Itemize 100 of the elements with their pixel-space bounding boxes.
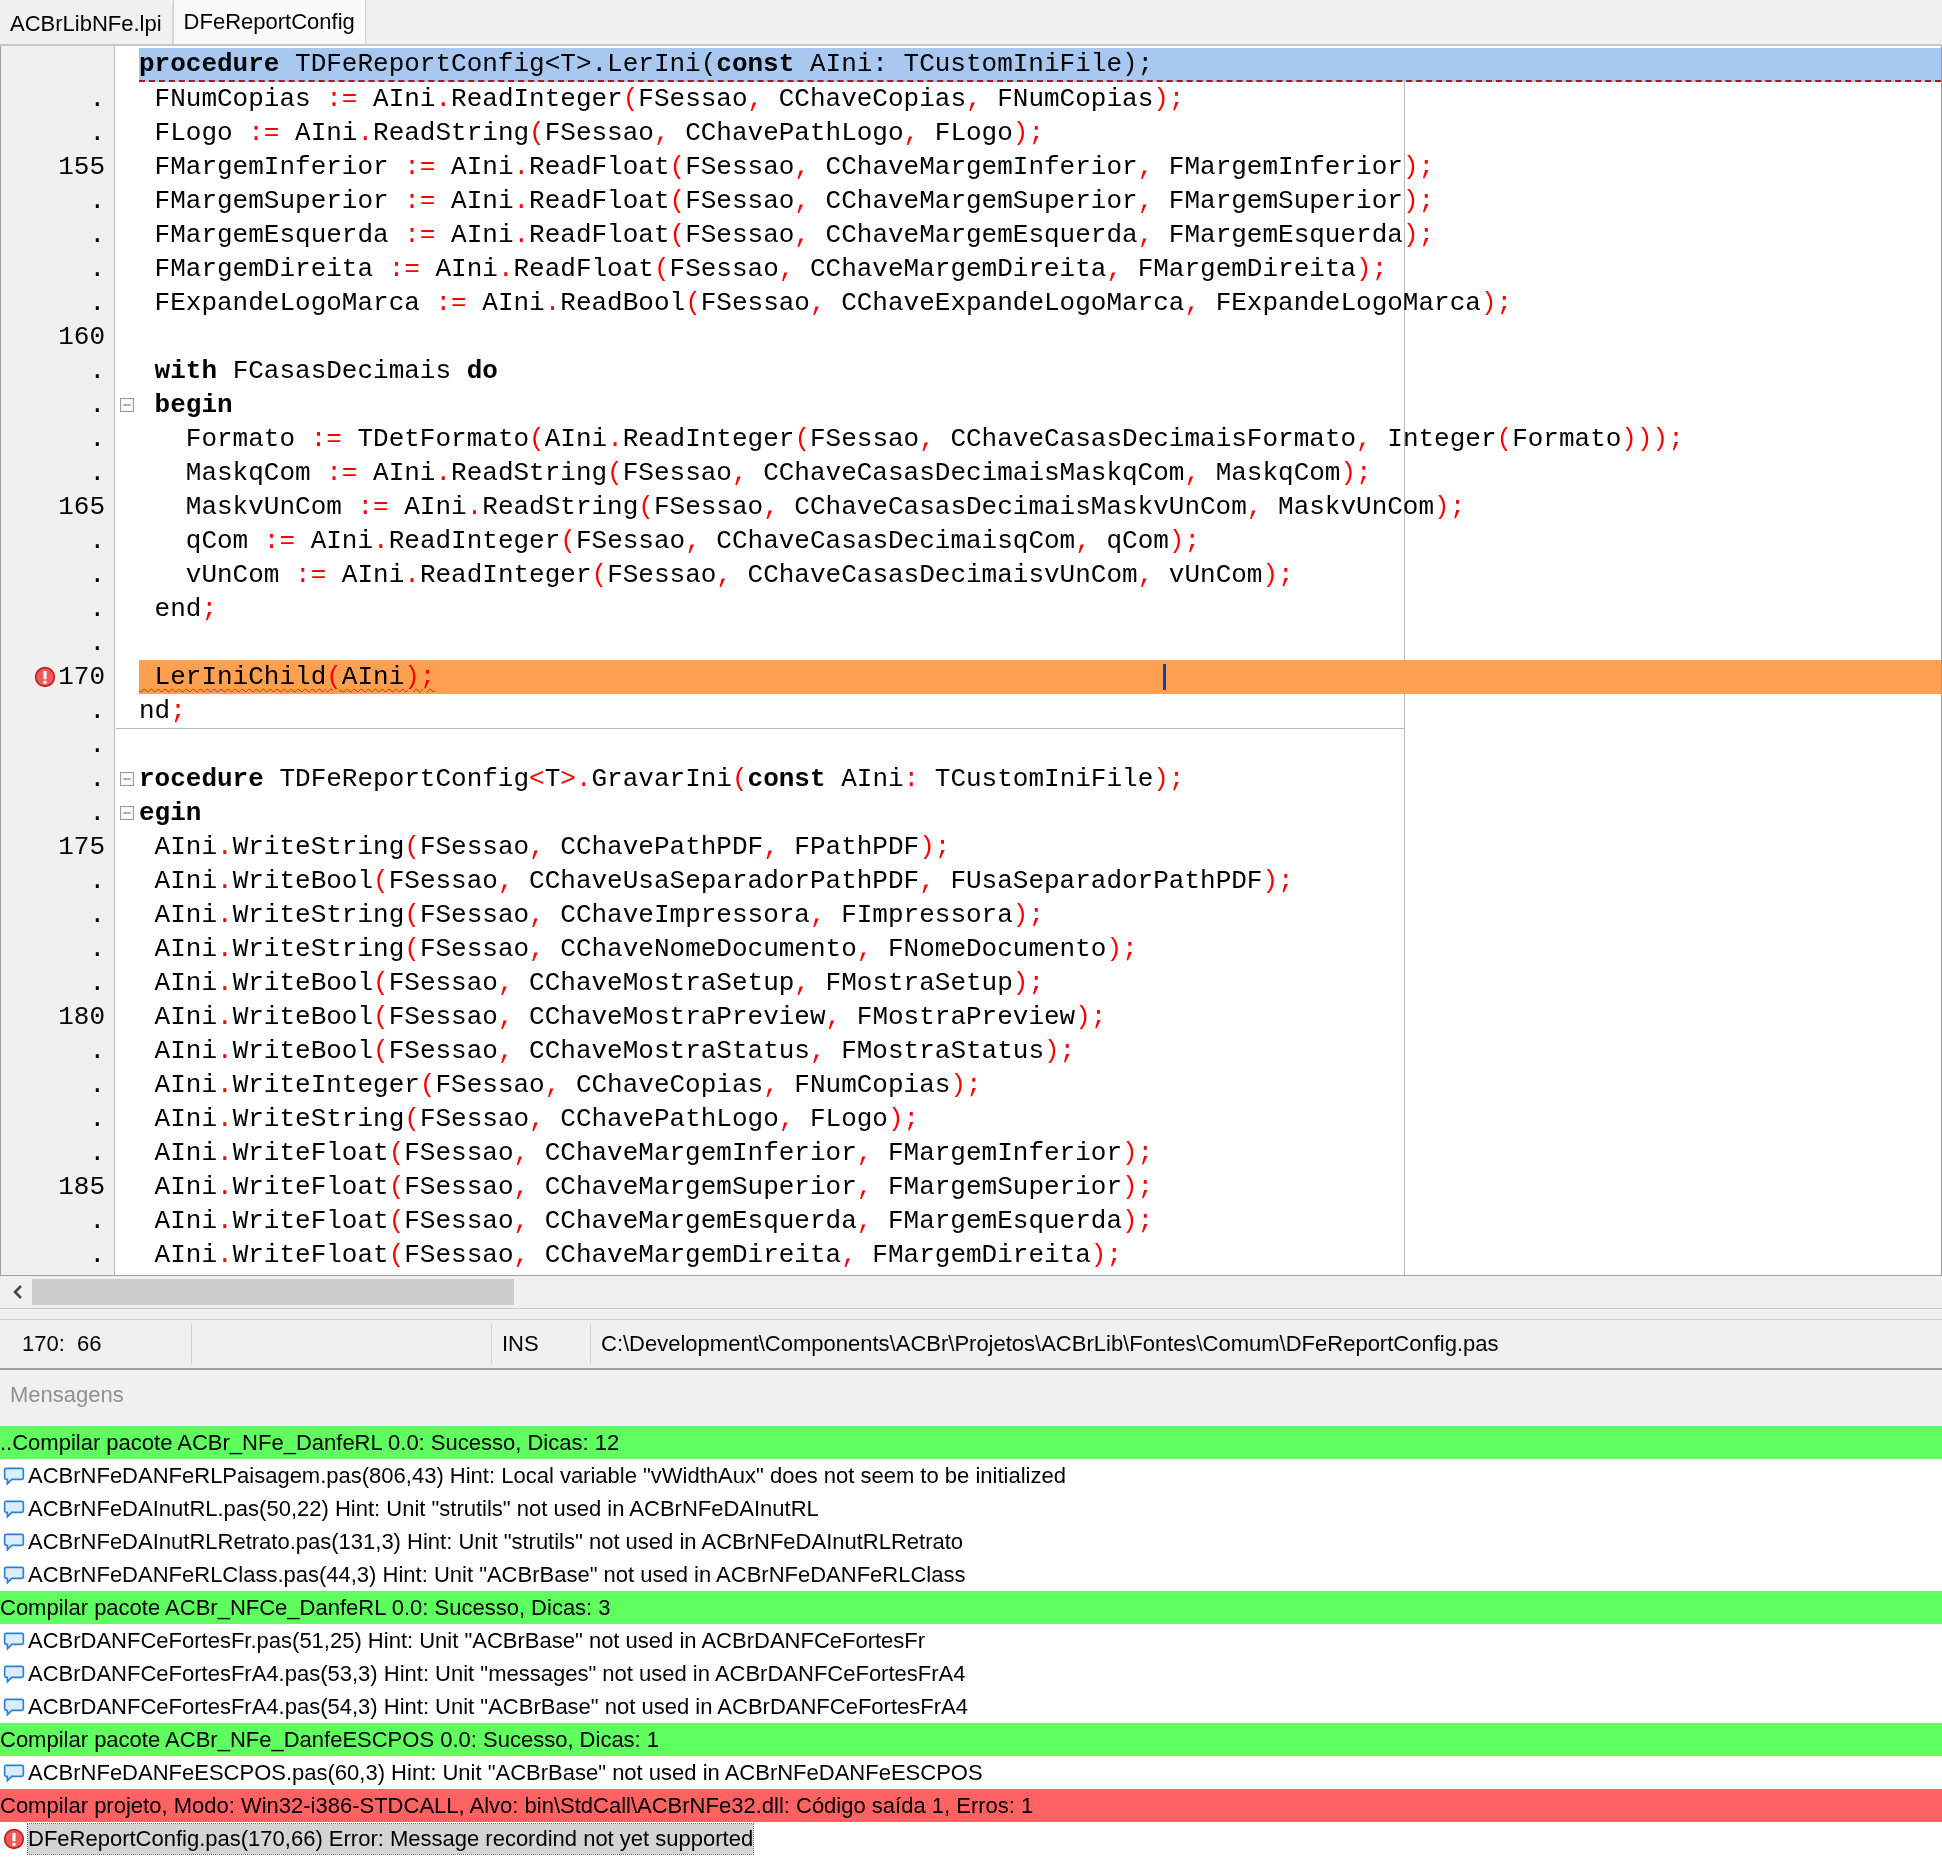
message-item[interactable]: DFeReportConfig.pas(170,66) Error: Message recordind not yet supported <box>28 1823 754 1854</box>
line-number: . <box>89 594 105 624</box>
line-number: 160 <box>58 322 105 352</box>
line-number: . <box>89 934 105 964</box>
speech-bubble-icon <box>3 1695 25 1718</box>
code-line: rocedure TDFeReportConfig<T>.GravarIni(const AIni: TCustomIniFile); <box>139 764 1185 794</box>
speech-bubble-icon <box>3 1497 25 1520</box>
speech-bubble-icon <box>3 1629 25 1652</box>
line-number: 165 <box>58 492 105 522</box>
code-line: AIni.WriteString(FSessao, CChavePathLogo, FLogo); <box>153 1104 920 1134</box>
code-line: AIni.WriteFloat(FSessao, CChaveMargemInferior, FMargemInferior); <box>153 1138 1154 1168</box>
message-item[interactable]: ACBrNFeDAInutRL.pas(50,22) Hint: Unit "strutils" not used in ACBrNFeDAInutRL <box>28 1493 819 1524</box>
code-line: FMargemDireita := AIni.ReadFloat(FSessao, CChaveMargemDireita, FMargemDireita); <box>153 254 1388 284</box>
error-icon <box>34 666 57 688</box>
message-group[interactable]: ..Compilar pacote ACBr_NFe_DanfeRL 0.0: Sucesso, Dicas: 12 <box>0 1426 1942 1459</box>
line-number: . <box>89 1036 105 1066</box>
code-line: AIni.WriteBool(FSessao, CChaveUsaSeparadorPathPDF, FUsaSeparadorPathPDF); <box>153 866 1294 896</box>
message-item[interactable]: ACBrDANFCeFortesFr.pas(51,25) Hint: Unit "ACBrBase" not used in ACBrDANFCeFortesFr <box>28 1625 926 1656</box>
line-number: . <box>89 186 105 216</box>
code-line: MaskvUnCom := AIni.ReadString(FSessao, CChaveCasasDecimaisMaskvUnCom, MaskvUnCom); <box>184 492 1466 522</box>
message-item[interactable]: ACBrNFeDANFeRLClass.pas(44,3) Hint: Unit "ACBrBase" not used in ACBrNFeDANFeRLClass <box>28 1559 966 1590</box>
line-number: . <box>89 900 105 930</box>
line-number: 175 <box>58 832 105 862</box>
line-number: . <box>89 696 105 726</box>
file-tab[interactable]: DFeReportConfig <box>172 0 366 44</box>
collapse-icon[interactable] <box>120 398 134 412</box>
message-item[interactable]: ACBrNFeDANFeRLPaisagem.pas(806,43) Hint: Local variable "vWidthAux" does not seem to be initialized <box>28 1460 1066 1491</box>
message-item[interactable]: ACBrNFeDAInutRLRetrato.pas(131,3) Hint: Unit "strutils" not used in ACBrNFeDAInutRLRetrato <box>28 1526 964 1557</box>
message-group[interactable]: Compilar pacote ACBr_NFe_DanfeESCPOS 0.0: Sucesso, Dicas: 1 <box>0 1723 1942 1756</box>
code-line: egin <box>139 798 202 828</box>
error-icon <box>3 1827 25 1850</box>
message-item[interactable]: ACBrDANFCeFortesFrA4.pas(53,3) Hint: Unit "messages" not used in ACBrDANFCeFortesFrA4 <box>28 1658 966 1689</box>
code-line: FLogo := AIni.ReadString(FSessao, CChavePathLogo, FLogo); <box>153 118 1045 148</box>
line-number: . <box>89 220 105 250</box>
line-number: . <box>89 1104 105 1134</box>
code-line: AIni.WriteBool(FSessao, CChaveMostraSetup, FMostraSetup); <box>153 968 1045 998</box>
code-line: with FCasasDecimais do <box>153 356 498 386</box>
speech-bubble-icon <box>3 1761 25 1784</box>
code-line: LerIniChild(AIni); <box>153 662 436 692</box>
line-number: 170 <box>58 662 105 692</box>
message-item[interactable]: ACBrDANFCeFortesFrA4.pas(54,3) Hint: Unit "ACBrBase" not used in ACBrDANFCeFortesFrA4 <box>28 1691 968 1722</box>
code-line: qCom := AIni.ReadInteger(FSessao, CChaveCasasDecimaisqCom, qCom); <box>184 526 1201 556</box>
line-number: . <box>89 458 105 488</box>
insert-mode: INS <box>492 1324 591 1364</box>
speech-bubble-icon <box>3 1662 25 1685</box>
code-line: AIni.WriteBool(FSessao, CChaveMostraStatus, FMostraStatus); <box>153 1036 1076 1066</box>
speech-bubble-icon <box>3 1530 25 1553</box>
scroll-left-icon[interactable] <box>12 1284 24 1300</box>
speech-bubble-icon <box>3 1464 25 1487</box>
code-line: MaskqCom := AIni.ReadString(FSessao, CChaveCasasDecimaisMaskqCom, MaskqCom); <box>184 458 1372 488</box>
line-number: . <box>89 866 105 896</box>
line-number: . <box>89 1138 105 1168</box>
line-number: . <box>89 356 105 386</box>
code-line: begin <box>153 390 233 420</box>
line-number: 180 <box>58 1002 105 1032</box>
panel-title: Mensagens <box>0 1370 1942 1426</box>
horizontal-scrollbar[interactable] <box>0 1276 1942 1309</box>
code-line: end; <box>153 594 218 624</box>
line-number: . <box>89 254 105 284</box>
cursor-position: 170: 66 <box>0 1324 192 1364</box>
line-number: 155 <box>58 152 105 182</box>
code-line: FMargemInferior := AIni.ReadFloat(FSessao, CChaveMargemInferior, FMargemInferior); <box>153 152 1435 182</box>
line-number: . <box>89 390 105 420</box>
file-tab[interactable]: ACBrLibNFe.lpi <box>0 4 173 44</box>
line-number: . <box>89 1240 105 1270</box>
line-number: . <box>89 118 105 148</box>
code-line: FMargemSuperior := AIni.ReadFloat(FSessao, CChaveMargemSuperior, FMargemSuperior); <box>153 186 1435 216</box>
message-group[interactable]: Compilar pacote ACBr_NFCe_DanfeRL 0.0: Sucesso, Dicas: 3 <box>0 1591 1942 1624</box>
file-path: C:\Development\Components\ACBr\Projetos\ACBrLib\Fontes\Comum\DFeReportConfig.pas <box>600 1330 1499 1358</box>
scrollbar-thumb[interactable] <box>32 1279 514 1305</box>
code-line: AIni.WriteFloat(FSessao, CChaveMargemDireita, FMargemDireita); <box>153 1240 1123 1270</box>
code-line: AIni.WriteString(FSessao, CChaveImpressora, FImpressora); <box>153 900 1044 930</box>
code-line: AIni.WriteFloat(FSessao, CChaveMargemEsquerda, FMargemEsquerda); <box>153 1206 1154 1236</box>
collapse-icon[interactable] <box>120 772 134 786</box>
message-item[interactable]: ACBrNFeDANFeESCPOS.pas(60,3) Hint: Unit "ACBrBase" not used in ACBrNFeDANFeESCPOS <box>28 1757 983 1788</box>
line-number: . <box>89 1206 105 1236</box>
code-line: FExpandeLogoMarca := AIni.ReadBool(FSessao, CChaveExpandeLogoMarca, FExpandeLogoMarca); <box>153 288 1513 318</box>
line-number: . <box>89 764 105 794</box>
code-line: AIni.WriteString(FSessao, CChaveNomeDocumento, FNomeDocumento); <box>153 934 1138 964</box>
line-number: . <box>89 424 105 454</box>
code-line: vUnCom := AIni.ReadInteger(FSessao, CChaveCasasDecimaisvUnCom, vUnCom); <box>184 560 1294 590</box>
line-number: . <box>89 628 105 658</box>
code-line: AIni.WriteBool(FSessao, CChaveMostraPreview, FMostraPreview); <box>153 1002 1107 1032</box>
code-line: AIni.WriteFloat(FSessao, CChaveMargemSuperior, FMargemSuperior); <box>153 1172 1154 1202</box>
line-number: . <box>89 560 105 590</box>
code-line: procedure TDFeReportConfig<T>.LerIni(const AIni: TCustomIniFile); <box>139 49 1154 79</box>
speech-bubble-icon <box>3 1563 25 1586</box>
code-line: FNumCopias := AIni.ReadInteger(FSessao, CChaveCopias, FNumCopias); <box>153 84 1185 114</box>
code-line: FMargemEsquerda := AIni.ReadFloat(FSessao, CChaveMargemEsquerda, FMargemEsquerda); <box>153 220 1435 250</box>
message-group[interactable]: Compilar projeto, Modo: Win32-i386-STDCALL, Alvo: bin\StdCall\ACBrNFe32.dll: Código saída 1, Erros: 1 <box>0 1789 1942 1822</box>
code-line: nd; <box>139 696 186 726</box>
code-line: AIni.WriteInteger(FSessao, CChaveCopias, FNumCopias); <box>153 1070 982 1100</box>
code-line: AIni.WriteString(FSessao, CChavePathPDF, FPathPDF); <box>153 832 951 862</box>
line-number: 185 <box>58 1172 105 1202</box>
line-number: . <box>89 798 105 828</box>
code-line: Formato := TDetFormato(AIni.ReadInteger(FSessao, CChaveCasasDecimaisFormato, Integer(Formato))); <box>184 424 1684 454</box>
text-cursor <box>1163 664 1166 690</box>
collapse-icon[interactable] <box>120 806 134 820</box>
line-number: . <box>89 288 105 318</box>
line-number: . <box>89 730 105 760</box>
